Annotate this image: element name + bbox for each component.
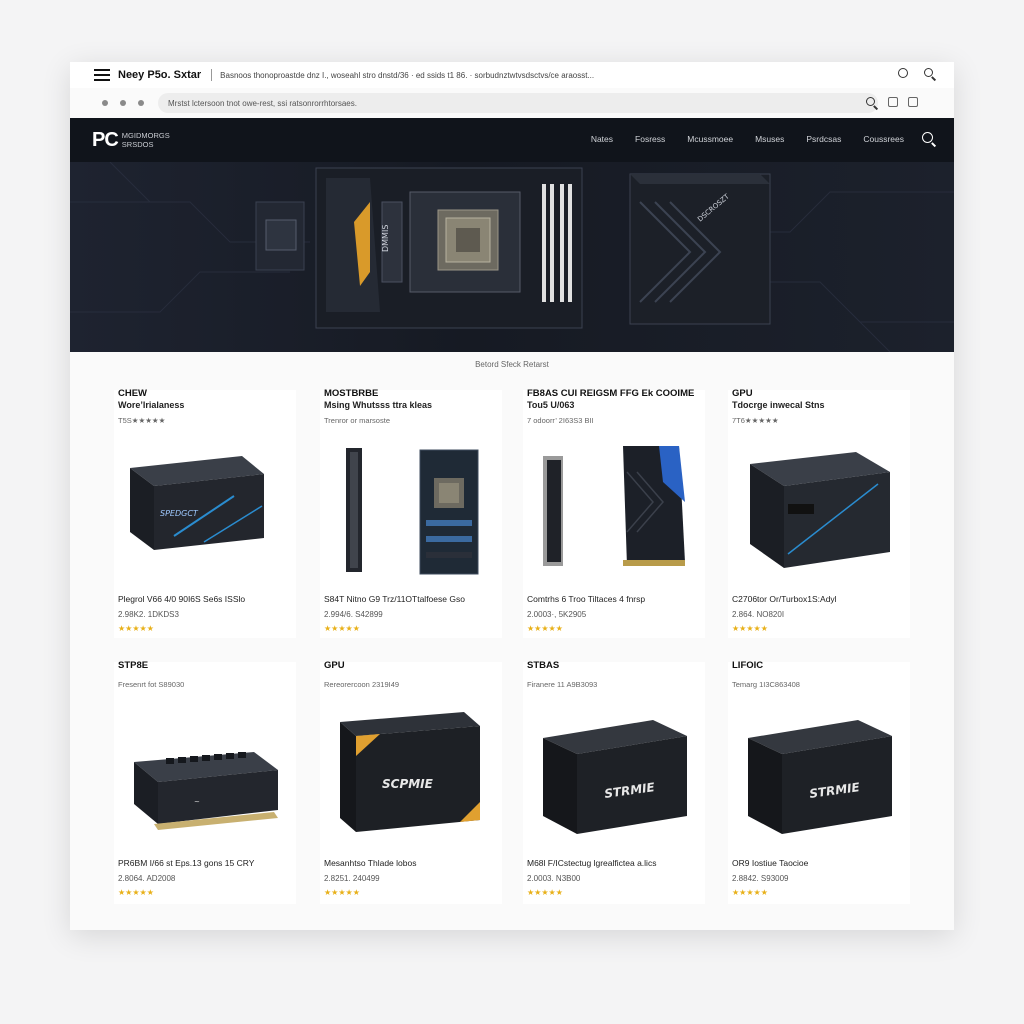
product-card-2[interactable]: MOSTBRBE Msing Whutsss ttra kleas Trenro… — [320, 388, 502, 638]
product-name[interactable]: M68l F/ICstectug lgrealfictea a.lics — [527, 858, 656, 868]
product-meta: 7T6★★★★★ — [732, 416, 779, 425]
product-category: LIFOIC — [732, 660, 764, 671]
product-card-4[interactable]: GPU Tdocrge inwecal Stns 7T6★★★★★ C2706t… — [728, 388, 910, 638]
product-price: 2.0003·, 5K2905 — [527, 610, 587, 619]
search-icon[interactable] — [924, 68, 937, 81]
hero-illustration: DMMIS DSCROSZT — [70, 162, 954, 352]
logo-subtext: MGIDMORGS SRSDOS — [122, 131, 170, 149]
title-bar: Neey P5o. Sxtar Basnoos thonoproastde dn… — [70, 62, 954, 88]
address-row: Mrstst lctersoon tnot owe-rest, ssi rats… — [70, 88, 954, 118]
product-name[interactable]: PR6BM I/66 st Eps.13 gons 15 CRY — [118, 858, 254, 868]
browser-window: Neey P5o. Sxtar Basnoos thonoproastde dn… — [70, 62, 954, 930]
hero-banner[interactable]: DMMIS DSCROSZT — [70, 162, 954, 352]
product-image-gpu-case[interactable] — [728, 444, 910, 574]
product-name[interactable]: C2706tor Or/Turbox1S:Adyl — [732, 594, 837, 604]
product-category: GPU — [324, 660, 345, 671]
nav-link-1[interactable]: Nates — [591, 134, 613, 144]
product-meta: Temarg 1I3C863408 — [732, 680, 800, 689]
product-card-1[interactable]: CHEW Wore’lrialaness T5S★★★★★ SPEDGCT Pl… — [114, 388, 296, 638]
product-meta: Firanere 11 A9B3093 — [527, 680, 598, 689]
product-rating: ★★★★★ — [324, 888, 360, 897]
product-price: 2.864. NO820I — [732, 610, 785, 619]
back-dot-icon[interactable] — [102, 100, 108, 106]
product-name[interactable]: Comtrhs 6 Troo Tiltaces 4 fnrsp — [527, 594, 645, 604]
product-meta: T5S★★★★★ — [118, 416, 166, 425]
product-subtitle: Tdocrge inwecal Stns — [732, 400, 825, 410]
product-card-3[interactable]: FB8AS CUI REIGSM FFG Ek COOIME Tou5 U/06… — [523, 388, 705, 638]
main-nav: Nates Fosress Mcussmoee Msuses Psrdcsas … — [591, 134, 904, 144]
product-category: MOSTBRBE — [324, 388, 379, 399]
product-price: 2.98K2. 1DKDS3 — [118, 610, 179, 619]
product-rating: ★★★★★ — [118, 624, 154, 633]
product-category: STBAS — [527, 660, 560, 671]
product-rating: ★★★★★ — [118, 888, 154, 897]
logo-subtext-line-2: SRSDOS — [121, 140, 154, 149]
product-image-box[interactable]: SCPMIE — [320, 706, 502, 846]
product-rating: ★★★★★ — [527, 624, 563, 633]
nav-link-5[interactable]: Psrdcsas — [806, 134, 841, 144]
reload-dot-icon[interactable] — [138, 100, 144, 106]
product-price: 2.994/6. S42899 — [324, 610, 383, 619]
product-image-cooler[interactable]: ~ — [114, 712, 296, 842]
product-price: 2.8251. 240499 — [324, 874, 380, 883]
site-search-icon[interactable] — [922, 132, 937, 147]
product-name[interactable]: Mesanhtso Thlade lobos — [324, 858, 416, 868]
product-name[interactable]: OR9 Iostiue Taocioe — [732, 858, 808, 868]
site-logo[interactable]: PC MGIDMORGS SRSDOS — [92, 129, 170, 152]
product-meta: Fresenrt fot S89030 — [118, 680, 185, 689]
product-rating: ★★★★★ — [732, 888, 768, 897]
product-category: STP8E — [118, 660, 149, 671]
product-subtitle: Msing Whutsss ttra kleas — [324, 400, 433, 410]
extension-icon[interactable] — [908, 97, 918, 107]
title-tab-text: Basnoos thonoproastde dnz I., woseahl st… — [220, 70, 595, 80]
product-image-gpu[interactable] — [523, 442, 705, 572]
address-url[interactable]: Mrstst lctersoon tnot owe-rest, ssi rats… — [168, 99, 357, 108]
nav-link-4[interactable]: Msuses — [755, 134, 784, 144]
hero-mobo-label: DMMIS — [381, 225, 390, 252]
logo-subtext-line-1: MGIDMORGS — [121, 131, 170, 140]
product-card-7[interactable]: STBAS Firanere 11 A9B3093 STRMIE M68l F/… — [523, 660, 705, 904]
nav-link-3[interactable]: Mcussmoee — [687, 134, 733, 144]
address-bar[interactable]: Mrstst lctersoon tnot owe-rest, ssi rats… — [158, 93, 878, 113]
product-subtitle: Tou5 U/063 — [527, 400, 575, 410]
title-separator — [211, 69, 213, 81]
product-card-5[interactable]: STP8E Fresenrt fot S89030 ~ PR6BM I/66 s… — [114, 660, 296, 904]
hero-caption: Betord Sfeck Retarst — [475, 360, 549, 369]
case-label: SPEDGCT — [160, 509, 199, 518]
logo-mark: PC — [92, 128, 119, 151]
product-name[interactable]: Plegrol V66 4/0 90I6S Se6s ISSlo — [118, 594, 245, 604]
app-title: Neey P5o. Sxtar — [118, 69, 202, 81]
product-rating: ★★★★★ — [324, 624, 360, 633]
svg-text:~: ~ — [194, 798, 200, 806]
product-meta: Trenror or marsoste — [324, 416, 390, 425]
nav-link-6[interactable]: Coussrees — [863, 134, 904, 144]
product-meta: Rereorercoon 2319I49 — [324, 680, 400, 689]
site-header: PC MGIDMORGS SRSDOS Nates Fosress Mcussm… — [70, 118, 954, 162]
record-icon[interactable] — [898, 68, 908, 78]
product-rating: ★★★★★ — [527, 888, 563, 897]
product-card-8[interactable]: LIFOIC Temarg 1I3C863408 STRMIE OR9 Iost… — [728, 660, 910, 904]
product-image-psu[interactable]: STRMIE — [523, 708, 705, 844]
product-price: 2.8064. AD2008 — [118, 874, 176, 883]
product-image-psu-2[interactable]: STRMIE — [728, 708, 910, 844]
nav-link-2[interactable]: Fosress — [635, 134, 665, 144]
product-name[interactable]: S84T Nitno G9 Trz/11OTtalfoese Gso — [324, 594, 465, 604]
address-search-icon[interactable] — [866, 97, 879, 110]
hamburger-menu-icon[interactable] — [94, 69, 110, 81]
product-subtitle: Wore’lrialaness — [118, 400, 185, 410]
forward-dot-icon[interactable] — [120, 100, 126, 106]
product-rating: ★★★★★ — [732, 624, 768, 633]
product-price: 2.8842. S93009 — [732, 874, 789, 883]
product-card-6[interactable]: GPU Rereorercoon 2319I49 SCPMIE Mesanhts… — [320, 660, 502, 904]
bookmark-icon[interactable] — [888, 97, 898, 107]
product-meta: 7 odoorr’ 2I63S3 BII — [527, 416, 594, 425]
box-label: SCPMIE — [382, 777, 434, 791]
product-image-case[interactable]: SPEDGCT — [114, 446, 296, 566]
product-category: CHEW — [118, 388, 148, 399]
product-price: 2.0003. N3B00 — [527, 874, 581, 883]
product-image-motherboard[interactable] — [320, 440, 502, 580]
product-category: GPU — [732, 388, 753, 399]
product-category: FB8AS CUI REIGSM FFG Ek COOIME — [527, 388, 695, 399]
